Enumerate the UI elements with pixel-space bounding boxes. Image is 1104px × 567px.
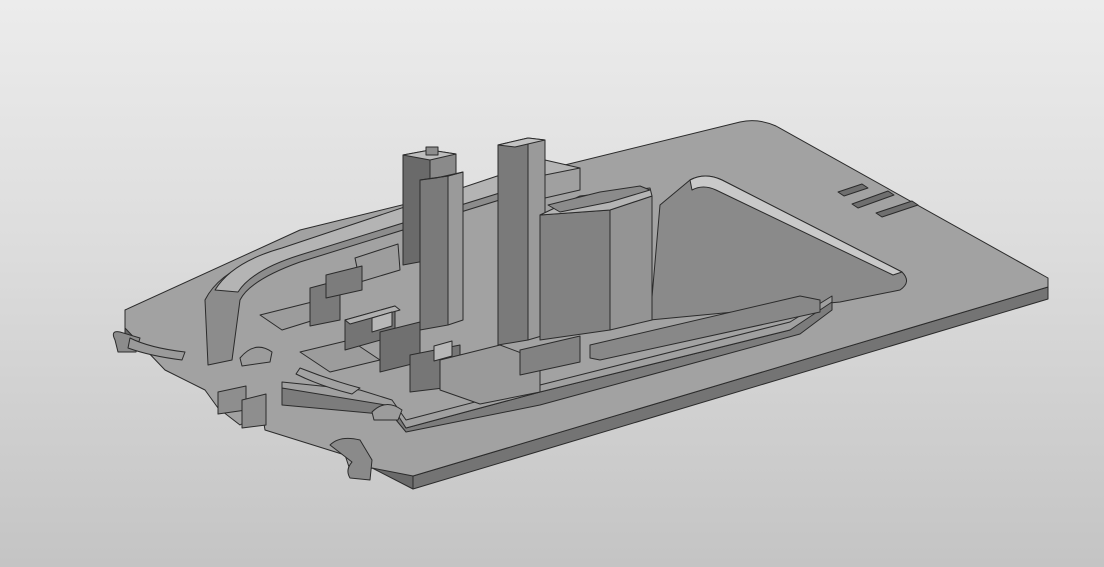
- cad-viewport[interactable]: [0, 0, 1104, 567]
- cad-model-render[interactable]: [0, 0, 1104, 567]
- tower-right: [497, 137, 546, 346]
- center-block: [539, 167, 653, 341]
